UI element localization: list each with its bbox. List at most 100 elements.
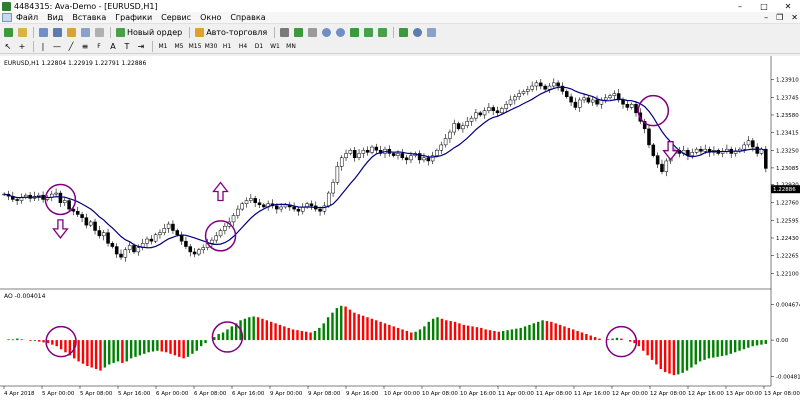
templates-button[interactable]	[425, 26, 437, 38]
horizontal-line-tool[interactable]: —	[51, 41, 63, 53]
price-tick-label: 1.23580	[776, 113, 799, 119]
candle-body	[326, 192, 331, 207]
label-icon: T	[124, 42, 130, 51]
candle-body	[694, 148, 699, 153]
indicators-button[interactable]	[397, 26, 409, 38]
candle-body	[595, 99, 599, 105]
line-chart-button[interactable]	[306, 26, 318, 38]
time-tick-label: 5 Apr 16:00	[118, 391, 151, 397]
timeframe-w1[interactable]: W1	[268, 41, 282, 53]
new-chart-button[interactable]	[2, 26, 14, 38]
menu-insert[interactable]: Вставка	[72, 13, 106, 22]
timeframe-m5[interactable]: M5	[172, 41, 186, 53]
label-tool[interactable]: T	[121, 41, 133, 53]
text-tool[interactable]: A	[107, 41, 119, 53]
fibonacci-tool[interactable]: F	[93, 41, 105, 53]
candle-body	[534, 82, 539, 87]
data-window-button[interactable]	[51, 26, 63, 38]
periods-button[interactable]	[411, 26, 423, 38]
profiles-button[interactable]	[16, 26, 28, 38]
candle-body	[443, 138, 448, 146]
candle-body	[374, 146, 379, 151]
candle-body	[62, 200, 67, 203]
zoom-out-button[interactable]	[334, 26, 346, 38]
chart-window-icon[interactable]	[2, 13, 12, 22]
candle-body	[188, 246, 193, 253]
current-price-value: 1.22886	[773, 187, 796, 193]
time-tick-label: 10 Apr 08:00	[422, 391, 458, 397]
symbol-info-label: EURUSD,H1 1.22804 1.22919 1.22791 1.2288…	[4, 60, 146, 67]
menu-window[interactable]: Окно	[200, 13, 221, 22]
candle-body	[370, 146, 374, 153]
text-icon: A	[110, 42, 116, 51]
periods-icon	[412, 27, 422, 37]
arrows-tool[interactable]: ⇥	[135, 41, 147, 53]
terminal-button[interactable]	[79, 26, 91, 38]
timeframe-d1[interactable]: D1	[252, 41, 266, 53]
candle-body	[257, 202, 262, 206]
candle-body	[88, 221, 93, 226]
tester-button[interactable]	[93, 26, 105, 38]
mdi-close-button[interactable]: ✕	[791, 13, 798, 22]
chart-canvas[interactable]: EURUSD,H1 1.22804 1.22919 1.22791 1.2288…	[0, 56, 800, 400]
mdi-restore-button[interactable]: ❐	[776, 13, 783, 22]
candle-body	[612, 93, 617, 96]
menu-charts[interactable]: Графики	[115, 13, 152, 22]
time-tick-label: 9 Apr 00:00	[270, 391, 303, 397]
chart-shift-button[interactable]	[376, 26, 388, 38]
autotrading-button[interactable]: Авто-торговля	[193, 26, 269, 38]
mdi-minimize-button[interactable]: –	[764, 13, 768, 22]
candle-body	[660, 163, 664, 172]
chart-window[interactable]: EURUSD,H1 1.22804 1.22919 1.22791 1.2288…	[0, 56, 800, 400]
window-controls: – □ ✕	[728, 0, 800, 12]
menu-view[interactable]: Вид	[47, 13, 63, 22]
time-tick-label: 12 Apr 16:00	[688, 391, 724, 397]
bar-chart-icon	[279, 27, 289, 37]
candle-body	[197, 249, 201, 255]
vertical-line-tool[interactable]: |	[37, 41, 49, 53]
trendline-tool[interactable]: ╱	[65, 41, 77, 53]
market-watch-button[interactable]	[37, 26, 49, 38]
minimize-button[interactable]: –	[728, 0, 752, 12]
candle-body	[634, 103, 638, 114]
cursor-tool[interactable]: ↖	[2, 41, 14, 53]
candle-body	[526, 89, 530, 92]
candlesticks-button[interactable]	[292, 26, 304, 38]
maximize-button[interactable]: □	[752, 0, 776, 12]
menu-tools[interactable]: Сервис	[161, 13, 191, 22]
zoom-in-button[interactable]	[320, 26, 332, 38]
tile-windows-button[interactable]	[348, 26, 360, 38]
price-tick-label: 1.22430	[776, 236, 799, 242]
candle-body	[435, 150, 439, 156]
line-chart-icon	[307, 27, 317, 37]
new-order-button[interactable]: Новый ордер	[114, 26, 184, 38]
time-tick-label: 12 Apr 08:00	[650, 391, 686, 397]
navigator-button[interactable]	[65, 26, 77, 38]
candle-body	[508, 99, 513, 105]
candle-body	[586, 97, 591, 103]
crosshair-tool[interactable]: +	[16, 41, 28, 53]
toolbar-separator	[393, 26, 395, 38]
bar-chart-button[interactable]	[278, 26, 290, 38]
menu-file[interactable]: Файл	[16, 13, 38, 22]
menu-help[interactable]: Справка	[230, 13, 265, 22]
candle-body	[231, 215, 236, 223]
vertical-line-icon: |	[41, 42, 45, 51]
candle-body	[54, 192, 58, 195]
timeframe-mn[interactable]: MN	[284, 41, 298, 53]
candle-body	[175, 230, 180, 236]
candle-body	[564, 91, 569, 98]
mdi-controls: – ❐ ✕	[764, 13, 798, 22]
candle-body	[482, 110, 487, 116]
auto-scroll-button[interactable]	[362, 26, 374, 38]
timeframe-m1[interactable]: M1	[156, 41, 170, 53]
candle-body	[495, 110, 500, 114]
channel-tool[interactable]: ≡	[79, 41, 91, 53]
timeframe-m30[interactable]: M30	[204, 41, 218, 53]
market-watch-icon	[38, 27, 48, 37]
timeframe-h1[interactable]: H1	[220, 41, 234, 53]
timeframe-m15[interactable]: M15	[188, 41, 202, 53]
close-button[interactable]: ✕	[776, 0, 800, 12]
candle-body	[625, 103, 630, 108]
timeframe-h4[interactable]: H4	[236, 41, 250, 53]
